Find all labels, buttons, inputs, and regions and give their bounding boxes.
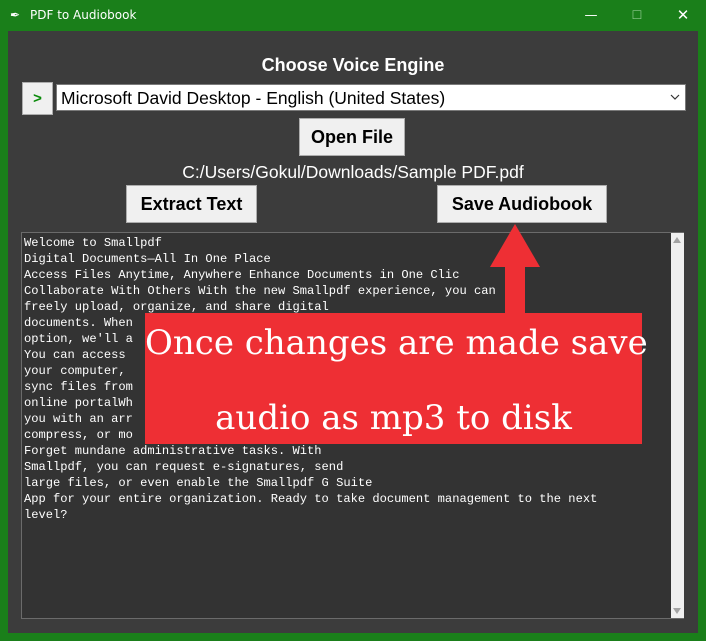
annotation-line-1: Once changes are made save <box>145 323 648 363</box>
text-line: Forget mundane administrative tasks. Wit… <box>24 444 322 458</box>
annotation-arrow-up-icon <box>490 224 540 267</box>
voice-engine-heading: Choose Voice Engine <box>261 55 445 75</box>
feather-icon: ✒ <box>10 8 21 22</box>
text-line: Smallpdf, you can request e-signatures, … <box>24 460 344 474</box>
text-line: option, we'll a <box>24 332 133 346</box>
annotation-callout: Once changes are made save audio as mp3 … <box>145 313 648 444</box>
annotation-line-2: audio as mp3 to disk <box>215 398 572 438</box>
text-scrollbar[interactable] <box>671 233 684 618</box>
chevron-down-icon <box>670 94 680 100</box>
text-line: Digital Documents—All In One Place <box>24 252 271 266</box>
voice-engine-value: Microsoft David Desktop - English (Unite… <box>61 88 446 108</box>
open-file-button[interactable]: Open File <box>299 118 405 156</box>
text-line: You can access <box>24 348 126 362</box>
title-bar: ✒ PDF to Audiobook — ☐ ✕ <box>0 0 706 31</box>
scroll-up-arrow-icon[interactable] <box>673 237 681 243</box>
text-line: large files, or even enable the Smallpdf… <box>24 476 373 490</box>
text-line: your computer, <box>24 364 126 378</box>
text-line: you with an arr <box>24 412 133 426</box>
text-line: online portalWh <box>24 396 133 410</box>
maximize-button[interactable]: ☐ <box>614 0 660 31</box>
text-line: documents. When <box>24 316 133 330</box>
voice-engine-select[interactable]: Microsoft David Desktop - English (Unite… <box>56 84 686 111</box>
text-line: compress, or mo <box>24 428 133 442</box>
minimize-button[interactable]: — <box>568 0 614 31</box>
save-audiobook-button[interactable]: Save Audiobook <box>437 185 607 223</box>
text-line: App for your entire organization. Ready … <box>24 492 598 506</box>
text-line: sync files from <box>24 380 133 394</box>
close-button[interactable]: ✕ <box>660 0 706 31</box>
text-line: Welcome to Smallpdf <box>24 236 162 250</box>
text-line: freely upload, organize, and share digit… <box>24 300 329 314</box>
text-line: Collaborate With Others With the new Sma… <box>24 284 496 298</box>
scroll-down-arrow-icon[interactable] <box>673 608 681 614</box>
extract-text-button[interactable]: Extract Text <box>126 185 257 223</box>
annotation-arrow-shaft <box>505 266 525 316</box>
text-line: level? <box>24 508 68 522</box>
file-path-label: C:/Users/Gokul/Downloads/Sample PDF.pdf <box>182 162 524 182</box>
text-line: Access Files Anytime, Anywhere Enhance D… <box>24 268 460 282</box>
voice-toggle-button[interactable]: > <box>22 82 53 115</box>
window-title: PDF to Audiobook <box>30 8 137 22</box>
